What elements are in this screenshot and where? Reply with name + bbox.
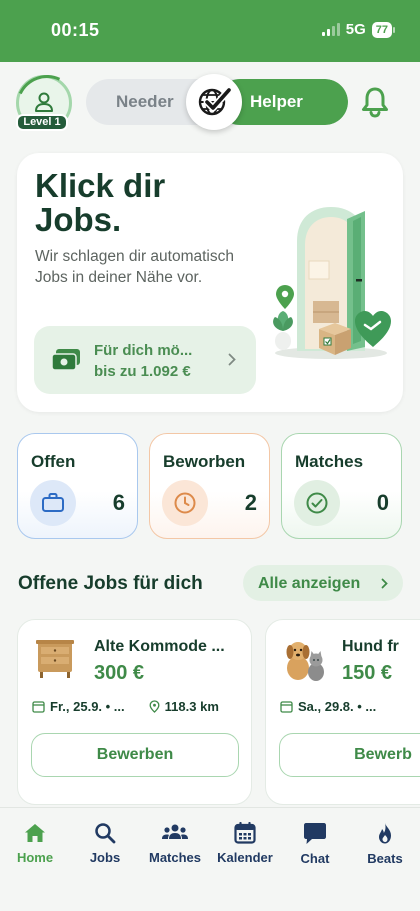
- level-badge: Level 1: [16, 114, 68, 131]
- dog-and-cat-image: [286, 642, 324, 681]
- apply-button-label: Bewerben: [96, 746, 174, 763]
- briefcase-icon: [42, 493, 64, 512]
- clock-icon: [174, 492, 196, 514]
- people-icon: [162, 824, 188, 839]
- tab-label: Beats: [367, 851, 403, 866]
- tab-label: Matches: [148, 850, 202, 865]
- stat-label: Beworben: [163, 452, 246, 471]
- check-circle-icon: [306, 492, 328, 514]
- signal-icon: [321, 23, 340, 36]
- tab-jobs[interactable]: Jobs: [70, 822, 140, 865]
- status-indicators: 5G 77: [321, 21, 396, 38]
- hero-title: Klick dir Jobs.: [35, 167, 166, 238]
- bottom-tab-bar: Home Jobs Matches Kalender Chat Beats: [0, 807, 420, 911]
- bell-icon: [362, 87, 388, 118]
- job-title: Hund fr: [342, 638, 399, 655]
- tab-beats[interactable]: Beats: [350, 822, 420, 866]
- search-icon: [95, 823, 116, 844]
- money-icon: [51, 349, 80, 371]
- stat-card-offen[interactable]: Offen 6: [17, 433, 138, 539]
- flame-icon: [379, 823, 391, 844]
- job-distance: 118.3 km: [164, 699, 219, 714]
- tab-kalender[interactable]: Kalender: [210, 822, 280, 865]
- chat-icon: [304, 823, 326, 844]
- tab-label: Chat: [300, 851, 330, 866]
- job-card[interactable]: Alte Kommode ... 300 € Fr., 25.9. • ... …: [17, 619, 252, 805]
- user-icon: [35, 92, 53, 112]
- calendar-icon: [32, 701, 45, 713]
- home-screen: Level 1 Needer Helper Klick dir Jobs. Wi…: [0, 62, 420, 911]
- hero-subtitle: Wir schlagen dir automatisch Jobs in dei…: [35, 248, 234, 286]
- job-meta: Fr., 25.9. • ... 118.3 km: [32, 699, 219, 714]
- job-date: Fr., 25.9. • ...: [50, 699, 125, 714]
- stat-card-beworben[interactable]: Beworben 2: [149, 433, 270, 539]
- globe-check-icon: [198, 86, 232, 116]
- home-icon: [25, 824, 45, 842]
- apply-button[interactable]: Bewerb: [279, 733, 420, 777]
- role-needer-option[interactable]: Needer: [116, 92, 174, 112]
- job-meta: Sa., 29.8. • ...: [280, 699, 376, 714]
- stat-value: 6: [112, 490, 125, 515]
- stat-label: Offen: [31, 452, 76, 471]
- role-toggle-knob[interactable]: [186, 74, 242, 130]
- stat-card-matches[interactable]: Matches 0: [281, 433, 402, 539]
- tab-matches[interactable]: Matches: [140, 822, 210, 865]
- stat-icon-badge: [294, 480, 340, 526]
- tab-home[interactable]: Home: [0, 822, 70, 865]
- chevron-right-icon: [228, 353, 236, 366]
- tab-label: Jobs: [89, 850, 121, 865]
- job-card[interactable]: Hund fr 150 € Sa., 29.8. • ... Bewerb: [265, 619, 420, 805]
- earnings-cta-button[interactable]: Für dich mö... bis zu 1.092 €: [34, 326, 256, 394]
- calendar-icon: [280, 701, 293, 713]
- location-pin-icon: [149, 700, 160, 713]
- door-illustration: [273, 207, 391, 359]
- dresser-image: [36, 640, 74, 678]
- job-date: Sa., 29.8. • ...: [298, 699, 377, 714]
- earnings-cta-line2: bis zu 1.092 €: [94, 363, 191, 380]
- stat-value: 0: [376, 490, 389, 515]
- show-all-button[interactable]: Alle anzeigen: [243, 565, 403, 601]
- stat-icon-badge: [30, 480, 76, 526]
- battery-icon: 77: [371, 21, 396, 38]
- status-bar: 00:15 5G 77: [0, 0, 420, 62]
- calendar-icon: [234, 822, 256, 844]
- job-price: 150 €: [342, 662, 393, 684]
- apply-button-label: Bewerb: [354, 746, 412, 763]
- notifications-button[interactable]: [360, 86, 390, 123]
- hero-card: Klick dir Jobs. Wir schlagen dir automat…: [17, 153, 403, 412]
- earnings-cta-line1: Für dich mö...: [94, 342, 193, 359]
- tab-chat[interactable]: Chat: [280, 822, 350, 866]
- tab-label: Home: [16, 850, 54, 865]
- job-title: Alte Kommode ...: [94, 638, 225, 655]
- status-time: 00:15: [51, 20, 100, 40]
- role-helper-option[interactable]: Helper: [250, 92, 303, 112]
- chevron-right-icon: [381, 578, 388, 589]
- job-price: 300 €: [94, 662, 145, 684]
- stat-icon-badge: [162, 480, 208, 526]
- job-carousel[interactable]: Alte Kommode ... 300 € Fr., 25.9. • ... …: [0, 619, 420, 807]
- stat-value: 2: [244, 490, 257, 515]
- network-type: 5G: [345, 21, 366, 38]
- apply-button[interactable]: Bewerben: [31, 733, 239, 777]
- section-title-open-jobs: Offene Jobs für dich: [18, 573, 203, 594]
- stat-label: Matches: [295, 452, 364, 471]
- show-all-label: Alle anzeigen: [258, 575, 361, 592]
- tab-label: Kalender: [217, 850, 273, 865]
